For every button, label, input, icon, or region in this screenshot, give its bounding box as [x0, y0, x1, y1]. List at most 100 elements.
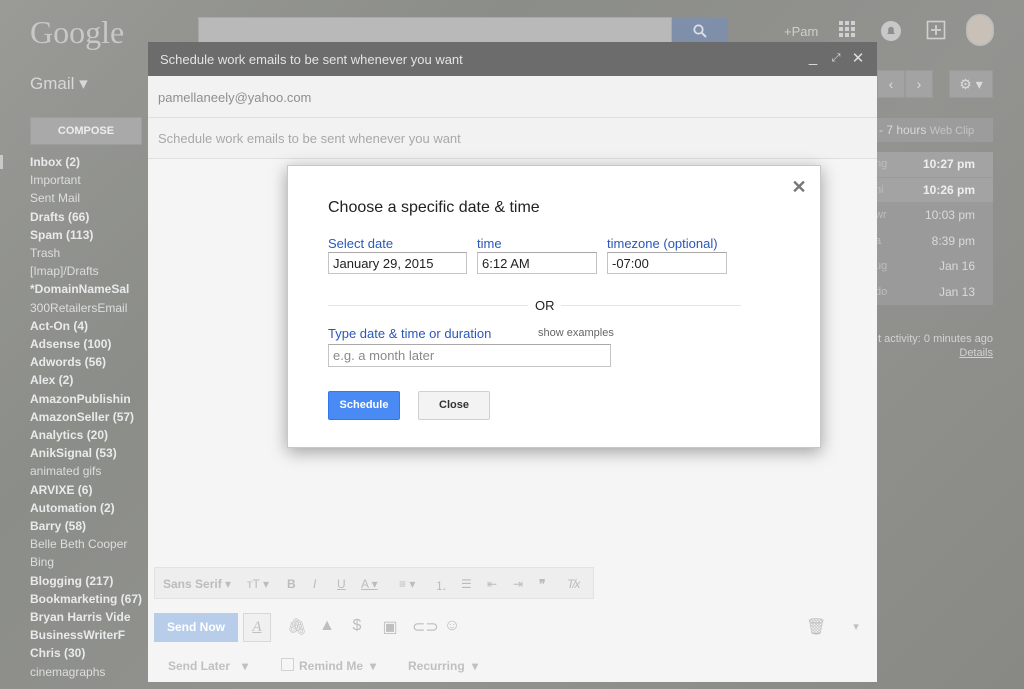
- schedule-button[interactable]: Schedule: [328, 391, 400, 420]
- timezone-input[interactable]: [607, 252, 727, 274]
- message-row[interactable]: do Jan 13: [875, 279, 993, 305]
- emoji-icon[interactable]: ☺: [443, 617, 461, 635]
- drive-icon[interactable]: ▲: [318, 617, 336, 635]
- notifications-bell-icon[interactable]: [880, 20, 902, 42]
- settings-button[interactable]: ⚙ ▾: [949, 70, 993, 98]
- natural-date-input[interactable]: [328, 344, 611, 367]
- trash-icon[interactable]: 🗑: [806, 617, 826, 637]
- message-time: 8:39 pm: [931, 233, 975, 248]
- search-button[interactable]: [672, 17, 728, 45]
- attach-icon[interactable]: 🖇: [287, 617, 307, 637]
- subject-field[interactable]: Schedule work emails to be sent whenever…: [148, 118, 877, 159]
- font-family-select[interactable]: Sans Serif: [163, 577, 222, 591]
- sidebar-label-item[interactable]: Spam (113): [30, 226, 148, 244]
- sidebar-label-item[interactable]: Barry (58): [30, 517, 148, 535]
- sidebar-label-item[interactable]: Adsense (100): [30, 335, 148, 353]
- time-input[interactable]: [477, 252, 597, 274]
- recurring-chevron-icon[interactable]: ▾: [472, 659, 478, 673]
- close-icon[interactable]: ✕: [790, 177, 808, 198]
- recurring-button[interactable]: Recurring: [408, 659, 465, 673]
- sidebar-label-item[interactable]: AnikSignal (53): [30, 444, 148, 462]
- message-row[interactable]: ng 10:27 pm: [875, 152, 993, 178]
- sidebar-label-item[interactable]: Bryan Harris Vide: [30, 608, 148, 626]
- sidebar-label-item[interactable]: Adwords (56): [30, 353, 148, 371]
- web-clip[interactable]: - 7 hours Web Clip: [877, 118, 993, 142]
- inbox-indicator: [0, 155, 3, 169]
- remind-me-checkbox[interactable]: [281, 658, 294, 671]
- sidebar-label-item[interactable]: Chris (30): [30, 644, 148, 662]
- sidebar-label-item[interactable]: Sent Mail: [30, 189, 148, 207]
- numbered-list-icon[interactable]: ⒈: [435, 577, 447, 594]
- remind-me-button[interactable]: Remind Me: [299, 659, 363, 673]
- sidebar-label-item[interactable]: BusinessWriterF: [30, 626, 148, 644]
- google-logo[interactable]: Google: [30, 14, 124, 51]
- indent-less-icon[interactable]: ⇤: [487, 577, 497, 591]
- share-plus-icon[interactable]: [925, 20, 947, 42]
- apps-grid-icon[interactable]: [836, 20, 858, 42]
- sidebar-label-item[interactable]: animated gifs: [30, 462, 148, 480]
- sidebar-label-item[interactable]: Belle Beth Cooper: [30, 535, 148, 553]
- italic-icon[interactable]: I: [313, 577, 316, 591]
- underline-icon[interactable]: U: [337, 577, 346, 591]
- details-link[interactable]: Details: [877, 346, 993, 360]
- remove-formatting-icon[interactable]: T̸x: [567, 577, 580, 591]
- sidebar-label-item[interactable]: Bing: [30, 553, 148, 571]
- show-examples-link[interactable]: show examples: [538, 327, 614, 339]
- text-color-icon[interactable]: A ▾: [361, 577, 378, 591]
- sidebar-label-item[interactable]: Important: [30, 171, 148, 189]
- compose-button[interactable]: COMPOSE: [30, 117, 142, 145]
- sidebar-label-item[interactable]: Trash: [30, 244, 148, 262]
- quote-icon[interactable]: ❞: [539, 577, 545, 591]
- close-compose-icon[interactable]: ✕: [851, 49, 865, 67]
- message-time: Jan 13: [938, 284, 975, 299]
- account-avatar[interactable]: [966, 14, 994, 46]
- text-size-icon[interactable]: тT ▾: [247, 577, 269, 591]
- search-icon: [693, 24, 707, 38]
- sidebar-label-item[interactable]: Act-On (4): [30, 317, 148, 335]
- sidebar-label-item[interactable]: Alex (2): [30, 371, 148, 389]
- newer-button[interactable]: ‹: [877, 70, 905, 98]
- bulleted-list-icon[interactable]: ☰: [461, 577, 472, 591]
- google-plus-name[interactable]: +Pam: [784, 24, 818, 39]
- sidebar-label-item[interactable]: [Imap]/Drafts: [30, 262, 148, 280]
- sidebar-label-item[interactable]: 300RetailersEmail: [30, 299, 148, 317]
- indent-more-icon[interactable]: ⇥: [513, 577, 523, 591]
- expand-icon[interactable]: ⤢: [829, 52, 843, 65]
- date-input[interactable]: [328, 252, 467, 274]
- bold-icon[interactable]: B: [287, 577, 296, 591]
- to-field[interactable]: pamellaneely@yahoo.com: [148, 76, 877, 118]
- sidebar-label-item[interactable]: Analytics (20): [30, 426, 148, 444]
- message-row[interactable]: ni 10:26 pm: [875, 177, 993, 203]
- message-row[interactable]: wr 10:03 pm: [875, 203, 993, 229]
- sidebar-label-item[interactable]: cinemagraphs: [30, 663, 148, 681]
- sidebar-label-item[interactable]: Bookmarketing (67): [30, 590, 148, 608]
- remind-me-chevron-icon[interactable]: ▾: [370, 659, 376, 673]
- sidebar-label-item[interactable]: *DomainNameSal: [30, 280, 148, 298]
- message-row[interactable]: a 8:39 pm: [875, 228, 993, 254]
- sidebar-label-item[interactable]: Blogging (217): [30, 572, 148, 590]
- insert-photo-icon[interactable]: ▣: [381, 617, 399, 637]
- align-icon[interactable]: ≡ ▾: [399, 577, 415, 591]
- minimize-icon[interactable]: _: [806, 49, 820, 66]
- close-button[interactable]: Close: [418, 391, 490, 420]
- compose-header[interactable]: Schedule work emails to be sent whenever…: [148, 42, 877, 76]
- sidebar-label-item[interactable]: AmazonPublishin: [30, 390, 148, 408]
- search-input[interactable]: [198, 17, 672, 45]
- send-now-button[interactable]: Send Now: [154, 613, 238, 642]
- chevron-down-icon: ▾: [225, 577, 232, 591]
- link-icon[interactable]: ⊂⊃: [412, 617, 439, 637]
- send-later-button[interactable]: Send Later: [168, 659, 230, 673]
- money-icon[interactable]: $: [348, 617, 366, 635]
- older-button[interactable]: ›: [905, 70, 933, 98]
- sidebar-label-item[interactable]: Automation (2): [30, 499, 148, 517]
- formatting-options-icon[interactable]: A: [243, 613, 271, 642]
- sidebar-label-item[interactable]: AmazonSeller (57): [30, 408, 148, 426]
- gmail-menu[interactable]: Gmail ▾: [30, 74, 88, 94]
- send-later-chevron-icon[interactable]: ▾: [242, 659, 248, 673]
- sidebar-label-item[interactable]: Drafts (66): [30, 208, 148, 226]
- sidebar-label-item[interactable]: ARVIXE (6): [30, 481, 148, 499]
- sidebar-label-item[interactable]: Inbox (2): [30, 153, 148, 171]
- timezone-label: timezone (optional): [607, 236, 718, 251]
- message-row[interactable]: ug Jan 16: [875, 254, 993, 280]
- more-options-icon[interactable]: ▾: [847, 620, 865, 633]
